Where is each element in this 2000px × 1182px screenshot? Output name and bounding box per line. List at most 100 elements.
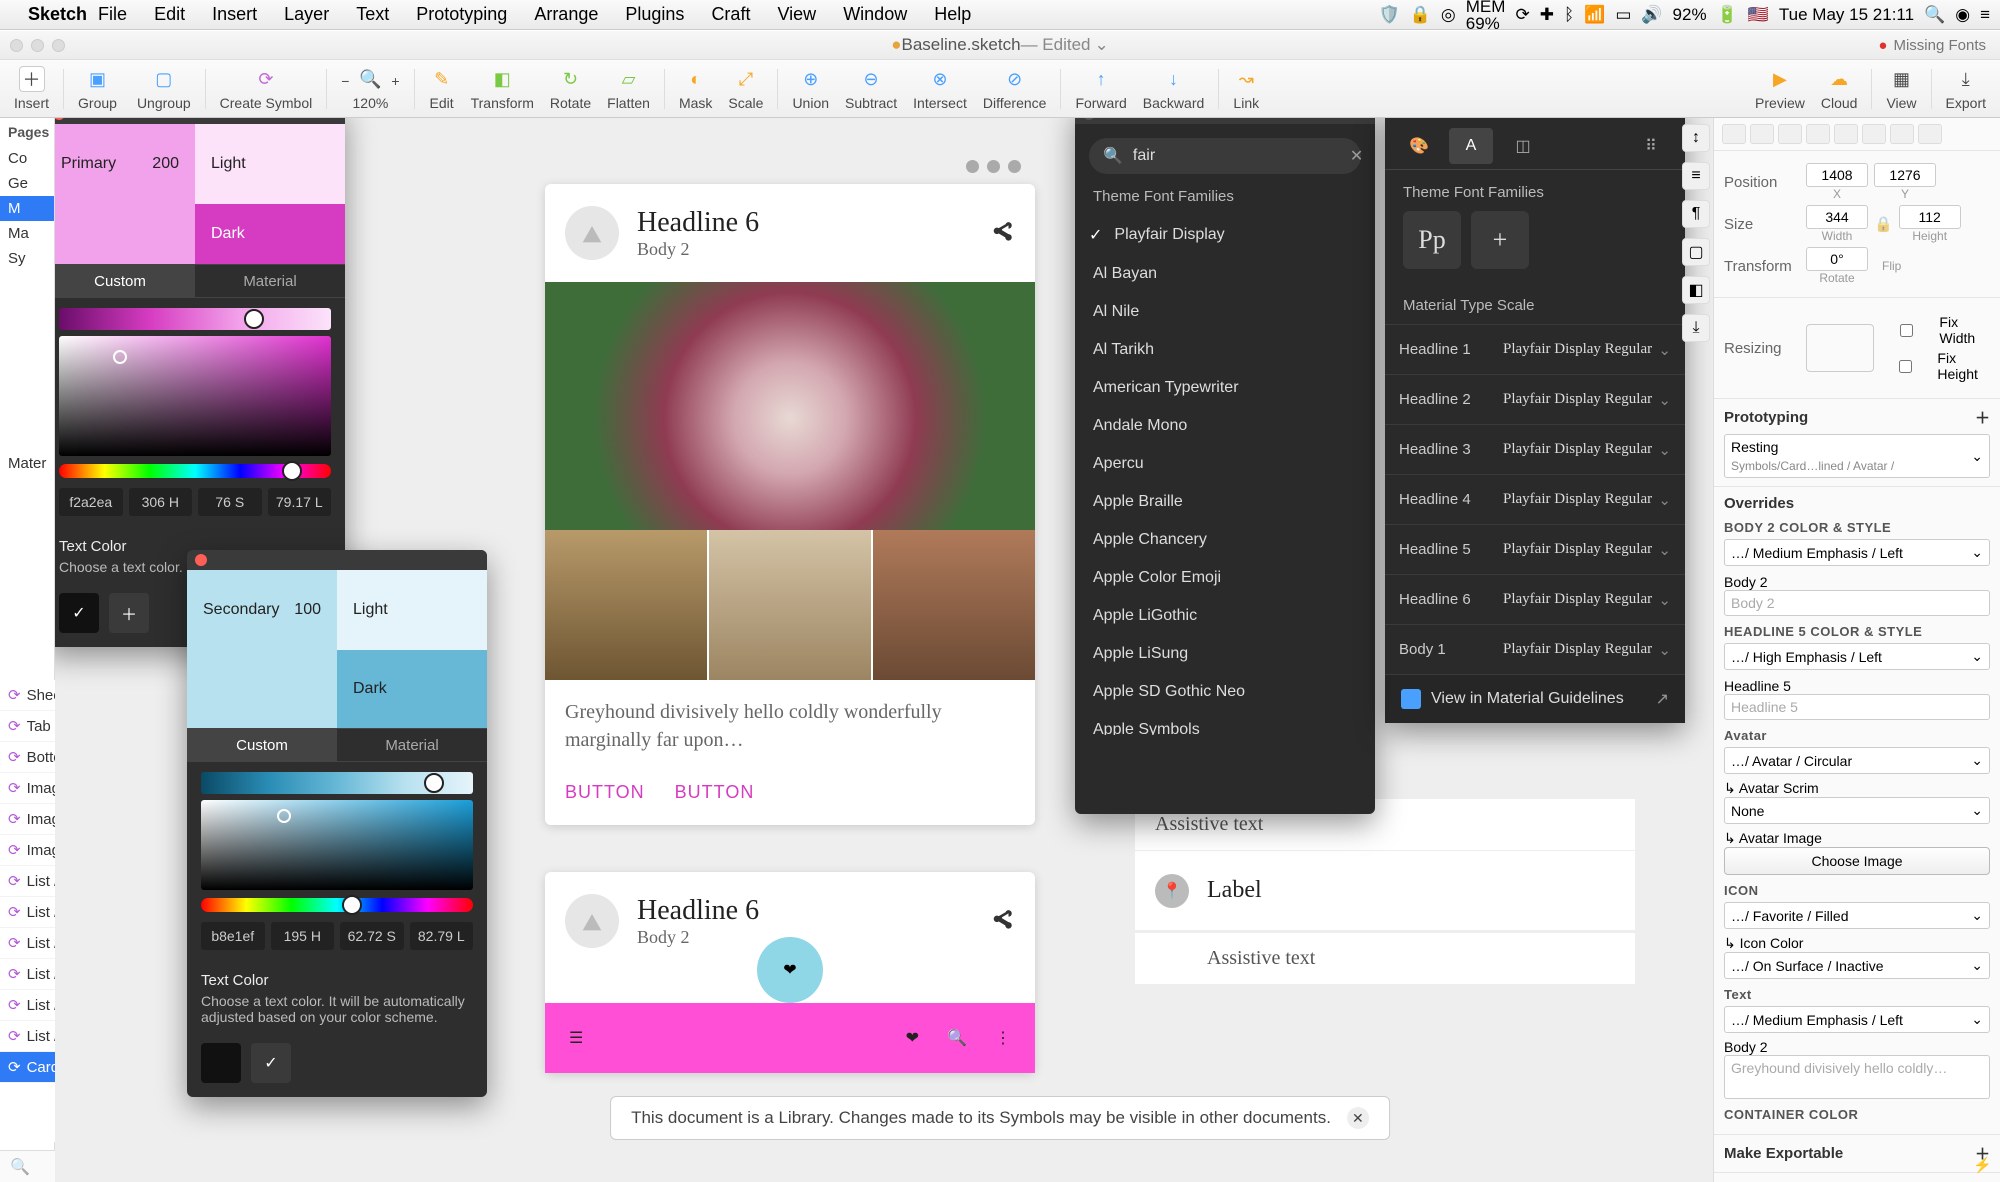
tool-zoom[interactable]: −🔍+ 120% (341, 66, 399, 111)
type-scale-row[interactable]: Headline 5Playfair Display Regular⌄ (1385, 524, 1685, 574)
tool-transform[interactable]: ◧Transform (471, 66, 534, 111)
menu-window[interactable]: Window (843, 4, 907, 24)
hex-value[interactable]: f2a2ea (59, 488, 123, 516)
avatar-select[interactable]: …/ Avatar / Circular⌄ (1724, 747, 1990, 774)
add-font[interactable]: + (1471, 211, 1529, 269)
share-icon[interactable] (989, 220, 1015, 246)
text-style-select[interactable]: …/ Medium Emphasis / Left⌄ (1724, 1006, 1990, 1033)
tool-export[interactable]: ⤓Export (1946, 66, 1986, 111)
tool-ungroup[interactable]: ▢Ungroup (137, 66, 191, 111)
tool-create-symbol[interactable]: ⟳Create Symbol (220, 66, 313, 111)
font-item[interactable]: Playfair Display (1075, 215, 1375, 255)
text-color-black[interactable] (201, 1043, 241, 1083)
icon-color-select[interactable]: …/ On Surface / Inactive⌄ (1724, 952, 1990, 979)
tool-subtract[interactable]: ⊖Subtract (845, 66, 897, 111)
menu-icon[interactable]: ☰ (569, 1028, 583, 1048)
search-icon[interactable]: 🔍 (947, 1028, 967, 1048)
swatch-light[interactable]: Light (195, 124, 345, 204)
resizing-constraints[interactable] (1806, 324, 1874, 372)
tab-material[interactable]: Material (337, 729, 487, 761)
fab-favorite[interactable]: ❤ (757, 937, 823, 1003)
menu-plugins[interactable]: Plugins (625, 4, 684, 24)
card-button[interactable]: BUTTON (675, 782, 755, 803)
tool-forward[interactable]: ↑Forward (1075, 66, 1126, 111)
tab-color-icon[interactable]: 🎨 (1397, 128, 1441, 164)
avatar-scrim-select[interactable]: None⌄ (1724, 797, 1990, 824)
tool-intersect[interactable]: ⊗Intersect (913, 66, 967, 111)
page-item[interactable]: M (0, 196, 54, 221)
tool-group[interactable]: ▣Group (78, 66, 117, 111)
page-item[interactable]: Ma (0, 221, 54, 246)
swatch-dark[interactable]: Dark (337, 650, 487, 728)
menu-view[interactable]: View (777, 4, 816, 24)
menu-arrange[interactable]: Arrange (534, 4, 598, 24)
size-w-input[interactable] (1806, 205, 1868, 229)
type-scale-row[interactable]: Headline 1Playfair Display Regular⌄ (1385, 324, 1685, 374)
h-value[interactable]: 195 H (271, 922, 335, 950)
saturation-box[interactable] (59, 336, 331, 456)
doc-title[interactable]: Baseline.sketch (902, 35, 1021, 55)
status-battery-icon[interactable]: 🔋 (1717, 5, 1738, 25)
status-volume-icon[interactable]: 🔊 (1641, 5, 1662, 25)
type-scale-row[interactable]: Headline 4Playfair Display Regular⌄ (1385, 474, 1685, 524)
add-text-color[interactable]: ＋ (109, 593, 149, 633)
page-item[interactable]: Co (0, 146, 54, 171)
app-name[interactable]: Sketch (28, 4, 87, 25)
h5-override-input[interactable]: Headline 5 (1724, 694, 1990, 720)
distribute-v[interactable] (1918, 124, 1942, 144)
body2-override-input[interactable]: Body 2 (1724, 590, 1990, 616)
body2-color-select[interactable]: …/ Medium Emphasis / Left⌄ (1724, 539, 1990, 566)
status-shield-icon[interactable]: 🛡️ (1379, 5, 1400, 25)
close-banner[interactable]: ✕ (1347, 1107, 1369, 1129)
status-siri-icon[interactable]: ◉ (1955, 5, 1970, 25)
font-preview[interactable]: Pp (1403, 211, 1461, 269)
add-prototype[interactable]: ＋ (1975, 407, 1990, 428)
menu-help[interactable]: Help (934, 4, 971, 24)
font-item[interactable]: Apple Symbols (1075, 711, 1375, 735)
tab-grid-icon[interactable]: ⠿ (1629, 128, 1673, 164)
size-h-input[interactable] (1899, 205, 1961, 229)
card-button[interactable]: BUTTON (565, 782, 645, 803)
font-item[interactable]: Al Bayan (1075, 255, 1375, 293)
status-display-icon[interactable]: ▭ (1615, 5, 1631, 25)
tool-view[interactable]: ▦View (1886, 66, 1916, 111)
type-scale-row[interactable]: Body 1Playfair Display Regular⌄ (1385, 624, 1685, 674)
minimize-window[interactable] (31, 39, 44, 52)
menu-layer[interactable]: Layer (284, 4, 329, 24)
status-circle-icon[interactable]: ◎ (1441, 5, 1456, 25)
align-top[interactable] (1806, 124, 1830, 144)
swatch-dark[interactable]: Dark (195, 204, 345, 264)
text-color-black[interactable]: ✓ (59, 593, 99, 633)
hue-slider[interactable] (201, 898, 473, 912)
tool-backward[interactable]: ↓Backward (1143, 66, 1204, 111)
font-item[interactable]: Apple Color Emoji (1075, 559, 1375, 597)
pos-y-input[interactable] (1874, 163, 1936, 187)
list-item[interactable]: Assistive text (1135, 932, 1635, 984)
tool-scale[interactable]: ⤢Scale (728, 66, 763, 111)
zoom-window[interactable] (52, 39, 65, 52)
menu-craft[interactable]: Craft (711, 4, 750, 24)
tool-edit[interactable]: ✎Edit (429, 66, 455, 111)
shade-slider[interactable] (201, 772, 473, 794)
page-item[interactable]: Sy (0, 246, 54, 271)
type-scale-panel[interactable]: 🎨 A ◫ ⠿ Theme Font Families Pp + Materia… (1385, 118, 1685, 723)
font-family-panel[interactable]: 🔍 ✕ Theme Font Families Playfair Display… (1075, 118, 1375, 814)
tool-link[interactable]: ↝Link (1233, 66, 1259, 111)
s-value[interactable]: 62.72 S (340, 922, 404, 950)
pos-x-input[interactable] (1806, 163, 1868, 187)
tab-shape-icon[interactable]: ◫ (1501, 128, 1545, 164)
inspector-tab-shadow[interactable]: ◧ (1682, 276, 1710, 304)
tool-mask[interactable]: ◐Mask (679, 66, 712, 111)
type-scale-row[interactable]: Headline 2Playfair Display Regular⌄ (1385, 374, 1685, 424)
menu-prototyping[interactable]: Prototyping (416, 4, 507, 24)
menu-text[interactable]: Text (356, 4, 389, 24)
swatch-light[interactable]: Light (337, 570, 487, 650)
align-left[interactable] (1722, 124, 1746, 144)
fix-height-checkbox[interactable] (1880, 360, 1932, 373)
inspector-tab-position[interactable]: ↕ (1682, 124, 1710, 152)
close-panel[interactable] (1083, 118, 1095, 120)
font-item[interactable]: Apercu (1075, 445, 1375, 483)
view-guidelines-link[interactable]: View in Material Guidelines ↗ (1385, 674, 1685, 723)
type-scale-row[interactable]: Headline 6Playfair Display Regular⌄ (1385, 574, 1685, 624)
icon-select[interactable]: …/ Favorite / Filled⌄ (1724, 902, 1990, 929)
